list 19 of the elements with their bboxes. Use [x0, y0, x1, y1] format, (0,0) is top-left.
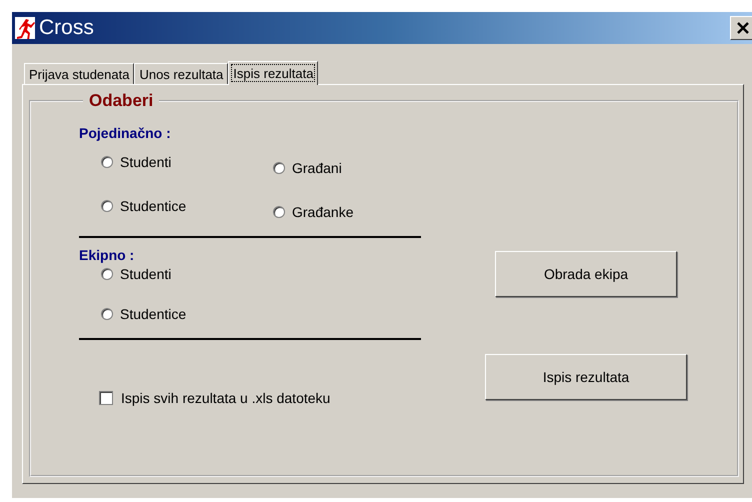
radio-option[interactable]: Studenti — [101, 265, 421, 283]
runner-icon — [15, 17, 35, 39]
radio-option[interactable]: Građani — [273, 159, 423, 177]
section-heading: Ekipno : — [79, 247, 136, 263]
tab[interactable]: Prijava studenata — [24, 63, 134, 84]
section-heading: Pojedinačno : — [79, 125, 172, 141]
action-button[interactable]: Ispis rezultata — [485, 354, 687, 400]
radio-option[interactable]: Studentice — [101, 197, 273, 215]
checkbox-option[interactable]: Ispis svih rezultata u .xls datoteku — [99, 390, 421, 406]
group-title: Odaberi — [88, 91, 154, 111]
radio-option[interactable]: Građanke — [273, 203, 423, 221]
radio-option[interactable]: Studentice — [101, 305, 421, 323]
close-icon — [737, 22, 749, 34]
window-title: Cross — [39, 16, 95, 40]
tab[interactable]: Ispis rezultata — [228, 61, 318, 85]
action-button[interactable]: Obrada ekipa — [495, 251, 677, 297]
tab[interactable]: Unos rezultata — [134, 63, 228, 84]
close-button[interactable] — [730, 16, 752, 40]
radio-option[interactable]: Studenti — [101, 153, 273, 171]
